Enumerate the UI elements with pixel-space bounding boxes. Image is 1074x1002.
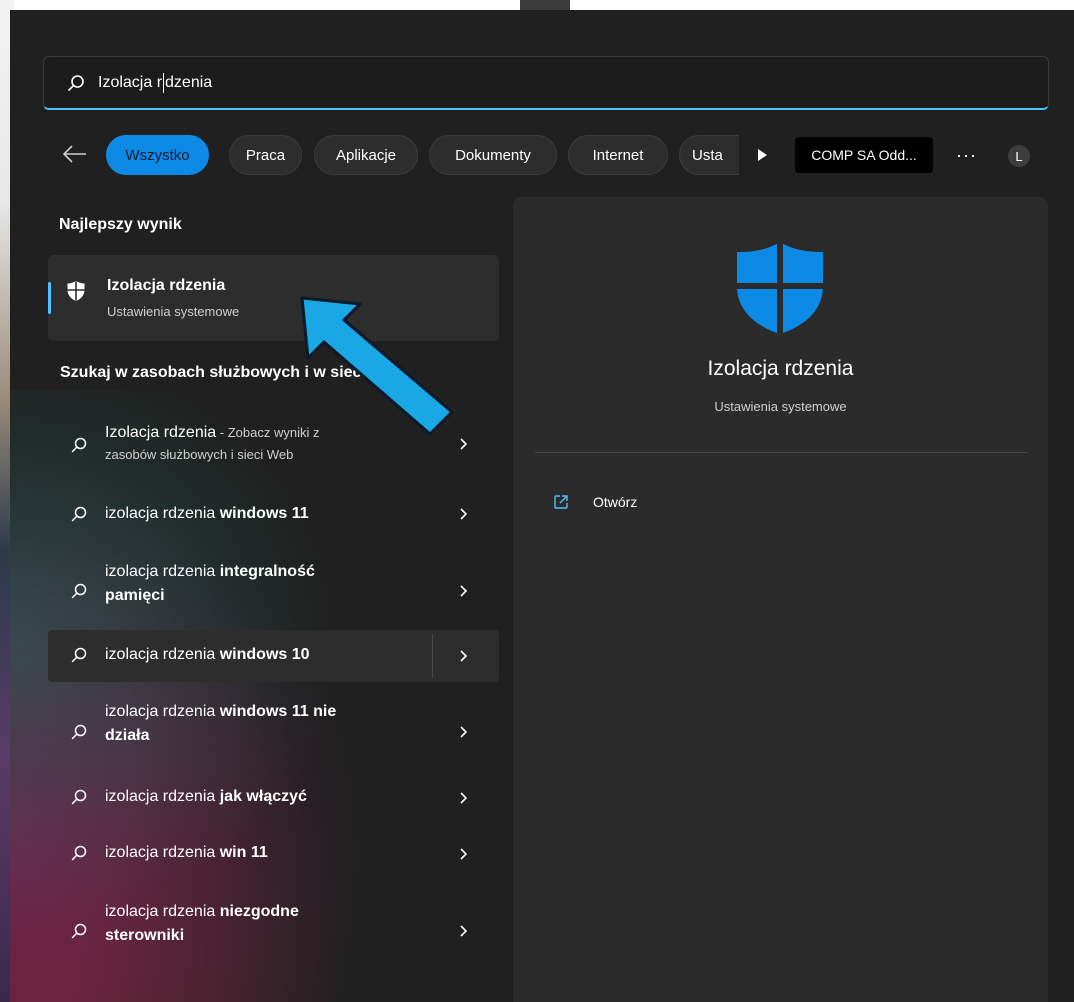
search-query: Izolacja r dzenia: [98, 72, 213, 93]
web-result-text: izolacja rdzenia windows 11 nie działa: [105, 703, 337, 744]
tab-work[interactable]: Praca: [229, 135, 302, 175]
back-arrow-icon[interactable]: [62, 144, 88, 164]
search-icon: [71, 583, 87, 599]
web-result-item[interactable]: izolacja rdzenia windows 11: [48, 488, 499, 540]
open-label: Otwórz: [593, 494, 638, 510]
tab-settings[interactable]: Usta: [679, 135, 739, 175]
web-result-text: izolacja rdzenia integralność pamięci: [105, 563, 315, 604]
web-result-item[interactable]: izolacja rdzenia windows 11 nie działa: [48, 694, 499, 758]
search-icon: [71, 845, 87, 861]
open-external-icon: [554, 495, 568, 509]
selection-indicator: [48, 282, 51, 314]
search-flyout: Izolacja r dzenia Wszystko Praca Aplikacj…: [10, 10, 1074, 1002]
chevron-right-icon[interactable]: [458, 847, 468, 861]
tab-apps[interactable]: Aplikacje: [314, 135, 418, 175]
web-result-item[interactable]: izolacja rdzenia integralność pamięci: [48, 554, 499, 618]
tab-documents[interactable]: Dokumenty: [429, 135, 557, 175]
annotation-arrow: [300, 296, 454, 436]
search-icon: [71, 789, 87, 805]
search-icon: [71, 724, 87, 740]
web-result-text: izolacja rdzenia niezgodne sterowniki: [105, 903, 299, 944]
best-match-subtitle: Ustawienia systemowe: [107, 304, 240, 319]
text-caret: [163, 72, 165, 93]
tab-web[interactable]: Internet: [568, 135, 668, 175]
preview-title: Izolacja rdzenia: [707, 357, 854, 380]
best-match-heading: Najlepszy wynik: [59, 216, 182, 233]
windows-security-shield-icon: [737, 242, 823, 334]
shield-icon: [67, 281, 85, 301]
open-button[interactable]: Otwórz: [553, 494, 637, 510]
web-result-text: izolacja rdzenia windows 11: [105, 505, 309, 522]
chevron-right-icon[interactable]: [458, 791, 468, 805]
window-edge: [520, 0, 570, 10]
search-input[interactable]: Izolacja r dzenia: [43, 56, 1049, 110]
organization-button[interactable]: COMP SA Odd...: [795, 137, 933, 173]
preview-pane: Izolacja rdzenia Ustawienia systemowe Ot…: [513, 197, 1048, 1002]
item-divider: [432, 634, 433, 678]
search-icon: [71, 506, 87, 522]
chevron-right-icon[interactable]: [458, 924, 468, 938]
best-match-title: Izolacja rdzenia: [107, 277, 226, 294]
web-result-item[interactable]: izolacja rdzenia win 11: [48, 828, 499, 880]
avatar[interactable]: L: [1008, 145, 1030, 167]
more-options-icon[interactable]: ···: [956, 145, 977, 166]
chevron-right-icon[interactable]: [458, 649, 468, 663]
web-result-text: izolacja rdzenia jak włączyć: [105, 788, 307, 805]
search-icon: [68, 74, 84, 91]
web-result-text: izolacja rdzenia win 11: [105, 844, 268, 861]
chevron-right-icon[interactable]: [458, 507, 468, 521]
web-result-item[interactable]: izolacja rdzenia windows 10: [48, 630, 499, 682]
web-result-item[interactable]: izolacja rdzenia jak włączyć: [48, 772, 499, 824]
web-result-item[interactable]: izolacja rdzenia niezgodne sterowniki: [48, 894, 499, 958]
search-icon: [71, 647, 87, 663]
preview-subtitle: Ustawienia systemowe: [714, 399, 847, 414]
scroll-right-icon[interactable]: [755, 147, 769, 163]
chevron-right-icon[interactable]: [458, 584, 468, 598]
tab-all[interactable]: Wszystko: [106, 135, 209, 175]
search-icon: [71, 437, 87, 453]
chevron-right-icon[interactable]: [458, 437, 468, 451]
search-icon: [71, 923, 87, 939]
preview-divider: [535, 452, 1028, 453]
chevron-right-icon[interactable]: [458, 725, 468, 739]
web-result-text: izolacja rdzenia windows 10: [105, 646, 310, 663]
